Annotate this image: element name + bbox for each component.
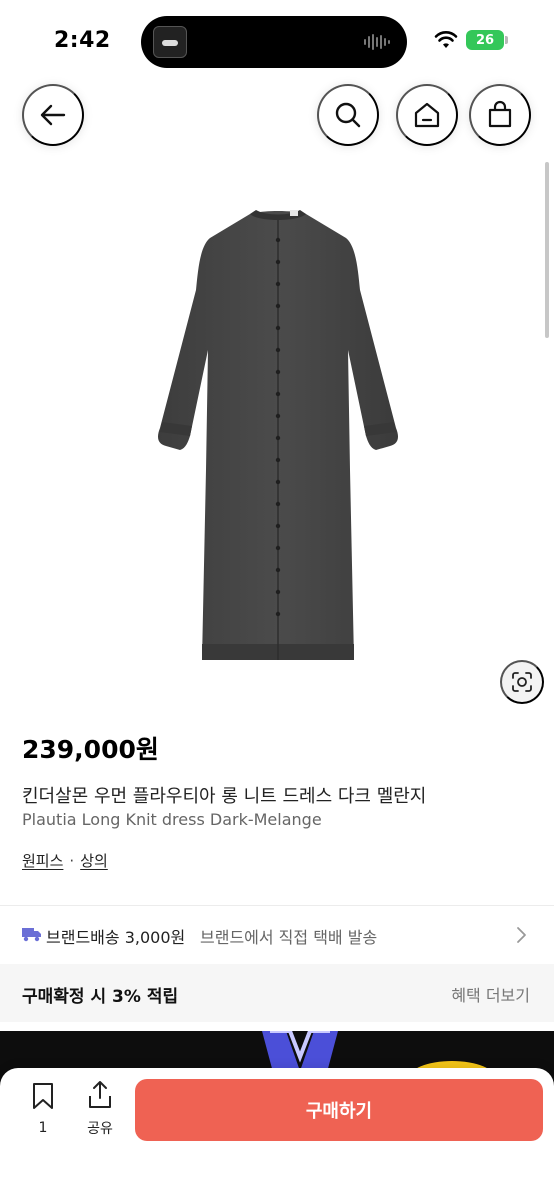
benefit-more-link[interactable]: 혜택 더보기 (451, 982, 530, 1006)
status-bar: 2:42 26 (0, 0, 554, 80)
wifi-icon (434, 31, 458, 48)
buy-button[interactable]: 구매하기 (135, 1079, 543, 1141)
visual-search-button[interactable] (500, 660, 544, 704)
product-image[interactable] (150, 200, 406, 670)
audio-wave-icon (364, 34, 390, 50)
shipping-price: 3,000원 (124, 928, 186, 947)
shipping-description: 브랜드에서 직접 택배 발송 (200, 928, 378, 947)
product-price: 239,000원 (22, 735, 159, 764)
scrollbar[interactable] (545, 162, 549, 338)
bookmark-icon (33, 1083, 53, 1109)
home-icon (414, 102, 440, 128)
battery-level: 26 (475, 32, 495, 48)
benefit-row[interactable]: 구매확정 시 3% 적립 혜택 더보기 (0, 964, 554, 1022)
search-icon (335, 102, 361, 128)
breadcrumb-separator: · (69, 851, 75, 870)
benefit-text: 구매확정 시 3% 적립 (22, 987, 179, 1007)
share-icon (89, 1081, 111, 1108)
chevron-right-icon (517, 927, 526, 943)
cart-button[interactable] (469, 84, 531, 146)
now-playing-thumbnail (153, 26, 187, 58)
category-link-top[interactable]: 상의 (80, 850, 108, 871)
breadcrumb: 원피스 · 상의 (22, 850, 108, 871)
status-time: 2:42 (54, 28, 111, 53)
shipping-type: 브랜드배송 (46, 928, 120, 947)
dynamic-island (141, 16, 407, 68)
search-button[interactable] (317, 84, 379, 146)
home-button[interactable] (396, 84, 458, 146)
bookmark-count: 1 (38, 1120, 48, 1136)
bookmark-button[interactable]: 1 (24, 1082, 62, 1136)
back-button[interactable] (22, 84, 84, 146)
shipping-row[interactable]: 브랜드배송 3,000원 브랜드에서 직접 택배 발송 (0, 906, 554, 962)
share-button[interactable]: 공유 (80, 1080, 120, 1138)
battery-tip (505, 36, 508, 44)
bottom-action-bar: 1 공유 구매하기 (0, 1068, 554, 1200)
product-title: 킨더살몬 우먼 플라우티아 롱 니트 드레스 다크 멜란지 (22, 786, 427, 807)
shipping-label: 브랜드배송 3,000원 (46, 924, 185, 948)
lens-icon (512, 672, 532, 692)
truck-icon (22, 928, 41, 942)
product-subtitle: Plautia Long Knit dress Dark-Melange (22, 810, 322, 829)
arrow-left-icon (40, 104, 66, 126)
category-link-dress[interactable]: 원피스 (22, 850, 63, 871)
shopping-bag-icon (488, 100, 512, 128)
battery-indicator: 26 (466, 30, 504, 50)
share-label: 공유 (87, 1121, 113, 1137)
